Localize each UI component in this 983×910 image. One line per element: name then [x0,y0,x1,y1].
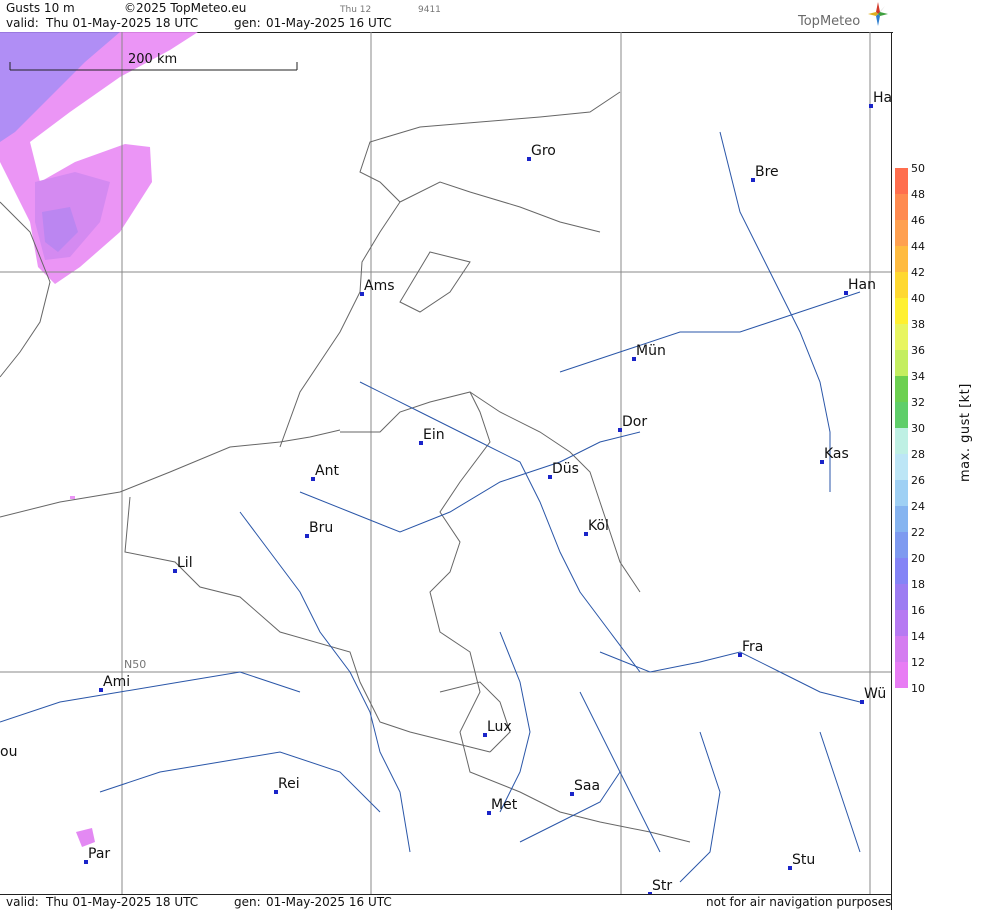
legend-color-cell [895,662,908,688]
legend-tick-label: 32 [911,396,925,409]
legend-title: max. gust [kt] [958,383,973,482]
legend-tick-label: 40 [911,292,925,305]
legend-color-cell [895,298,908,324]
legend-color-cell [895,610,908,636]
legend-color-cell [895,532,908,558]
legend-color-cell [895,376,908,402]
logo-text: TopMeteo [798,14,861,29]
legend-tick-label: 26 [911,474,925,487]
run-id: 9411 [418,5,441,15]
legend-tick-label: 12 [911,656,925,669]
map-footer: valid: Thu 01-May-2025 18 UTC gen: 01-Ma… [0,894,892,910]
gust-shading [0,32,198,847]
parameter-title: Gusts 10 m [6,1,75,15]
legend-tick-label: 34 [911,370,925,383]
map-canvas [0,32,891,894]
legend-tick-label: 24 [911,500,925,513]
valid-label: valid: [6,16,39,30]
legend-tick-label: 30 [911,422,925,435]
legend-tick-label: 14 [911,630,925,643]
legend-color-cell [895,558,908,584]
legend-color-cell [895,272,908,298]
latitude-label: N50 [124,658,147,671]
legend-tick-label: 16 [911,604,925,617]
legend-tick-label: 48 [911,188,925,201]
legend-tick-label: 46 [911,214,925,227]
copyright: ©2025 TopMeteo.eu [124,1,247,15]
run-tag: Thu 12 [340,5,372,15]
legend-tick-label: 20 [911,552,925,565]
legend-tick-label: 42 [911,266,925,279]
footer-valid-time: Thu 01-May-2025 18 UTC [46,895,199,909]
legend-color-cell [895,246,908,272]
legend-color-cell [895,636,908,662]
valid-time: Thu 01-May-2025 18 UTC [46,16,199,30]
legend-color-cell [895,168,908,194]
legend-tick-label: 28 [911,448,925,461]
legend-tick-label: 36 [911,344,925,357]
footer-disclaimer: not for air navigation purposes [706,895,892,909]
legend-tick-label: 44 [911,240,925,253]
legend-tick-label: 10 [911,682,925,695]
footer-valid-label: valid: [6,895,39,909]
scale-bar-label: 200 km [128,52,178,67]
legend-tick-label: 22 [911,526,925,539]
gen-time: 01-May-2025 16 UTC [266,16,392,30]
legend-color-cell [895,324,908,350]
legend-color-cell [895,480,908,506]
legend-color-cell [895,584,908,610]
legend-color-cell [895,194,908,220]
legend-color-cell [895,402,908,428]
map-area[interactable]: 200 km N50 Ha Gro Bre Ams Han Mün Dor Ei… [0,32,892,894]
legend-tick-label: 18 [911,578,925,591]
compass-star-icon [868,2,888,26]
legend-color-cell [895,428,908,454]
gen-label: gen: [234,16,261,30]
map-header: Gusts 10 m ©2025 TopMeteo.eu Thu 12 9411… [0,0,893,33]
footer-gen-time: 01-May-2025 16 UTC [266,895,392,909]
legend-color-cell [895,220,908,246]
legend-tick-label: 38 [911,318,925,331]
legend-color-cell [895,454,908,480]
legend-color-cell [895,350,908,376]
footer-gen-label: gen: [234,895,261,909]
legend-color-cell [895,506,908,532]
legend-tick-label: 50 [911,162,925,175]
